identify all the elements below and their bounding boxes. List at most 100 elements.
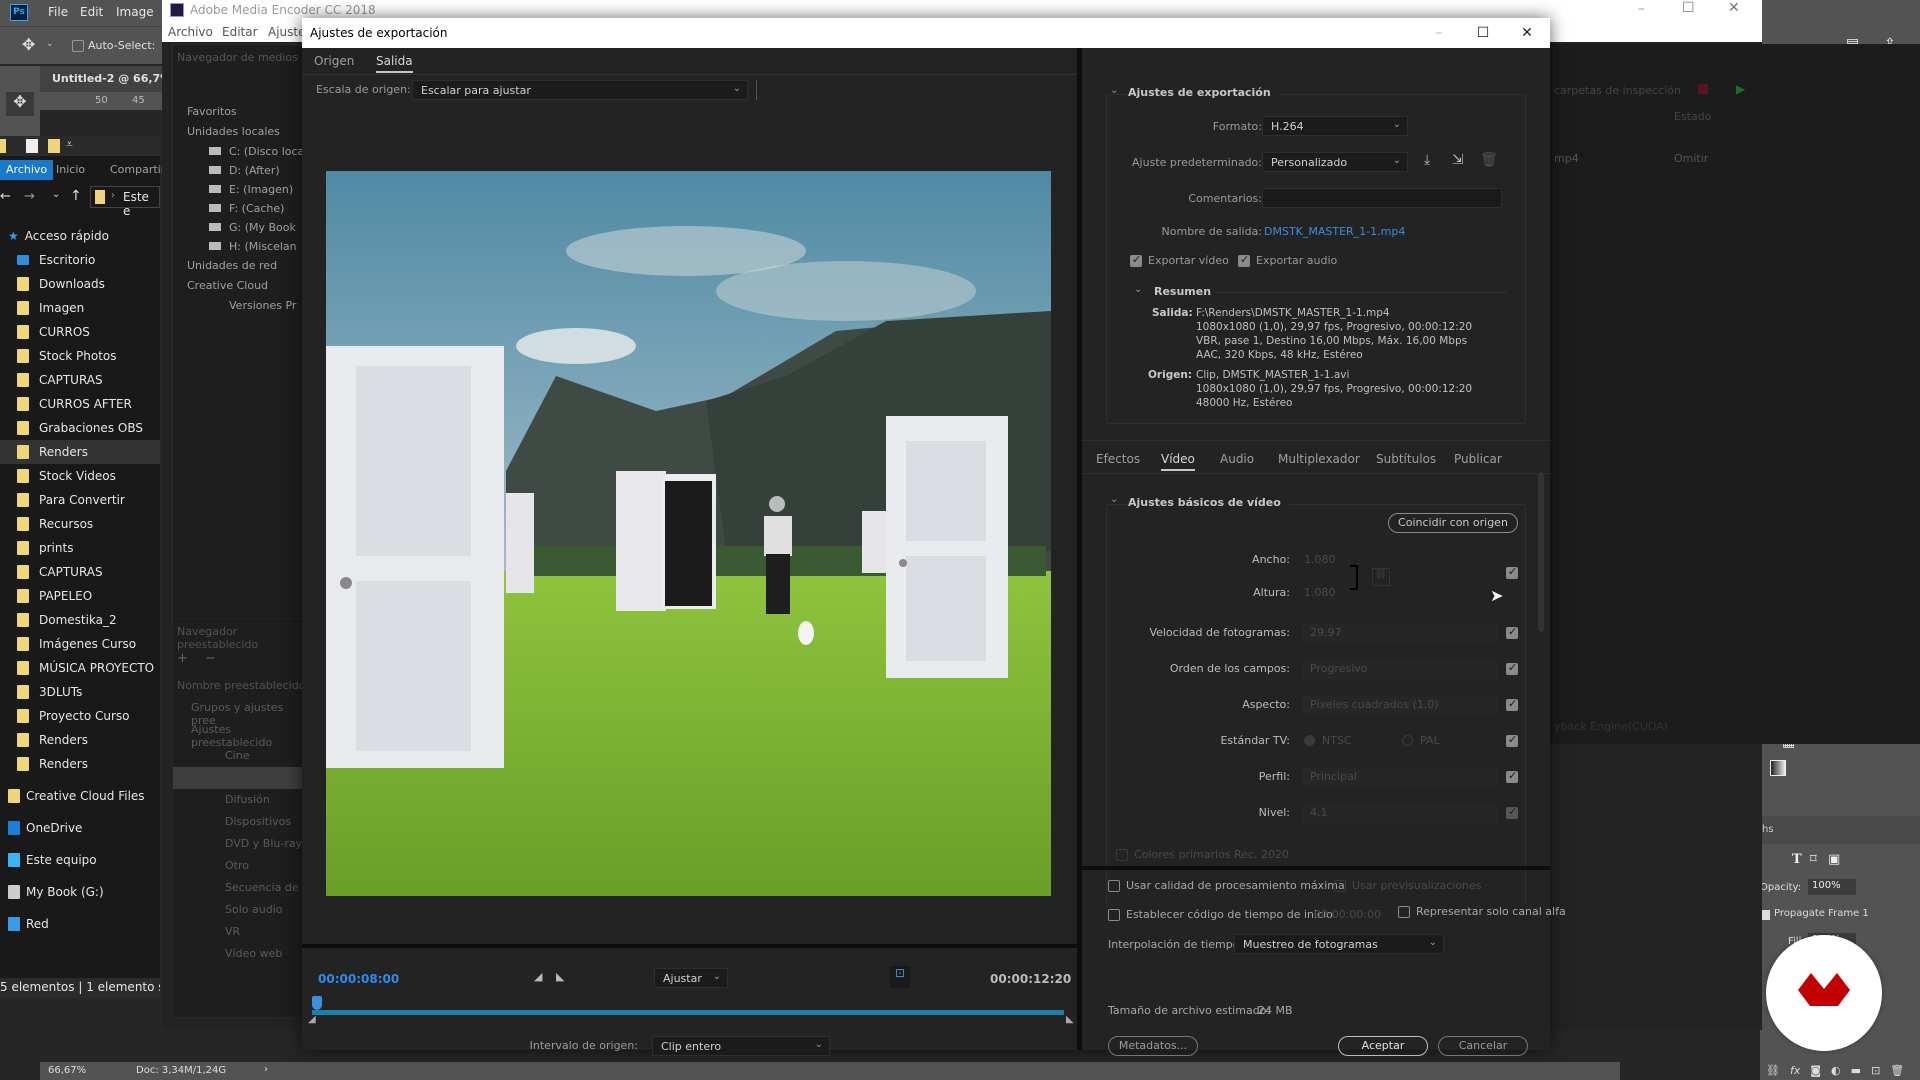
nav-item-folder[interactable]: Stock Videos: [0, 464, 160, 488]
tree-versiones[interactable]: Versiones Pr: [229, 299, 296, 312]
out-point-marker[interactable]: ◣: [1066, 1014, 1074, 1025]
start-timecode-checkbox[interactable]: [1108, 909, 1120, 921]
dialog-maximize-button[interactable]: ☐: [1460, 18, 1506, 48]
tree-drive[interactable]: C: (Disco loca: [229, 145, 304, 158]
format-dropdown[interactable]: H.264 ⌄: [1262, 116, 1408, 136]
nav-item-folder[interactable]: Proyecto Curso: [0, 704, 160, 728]
nav-item-folder[interactable]: Stock Photos: [0, 344, 160, 368]
summary-chevron-icon[interactable]: ⌄: [1134, 284, 1142, 295]
gradient-icon[interactable]: [1770, 760, 1786, 776]
import-preset-icon[interactable]: ⇲: [1452, 152, 1464, 168]
time-interpolation-dropdown[interactable]: Muestreo de fotogramas ⌄: [1234, 934, 1444, 954]
tree-unidades-red[interactable]: Unidades de red: [187, 259, 277, 272]
preset-item[interactable]: Solo audio: [173, 899, 313, 921]
link-icon[interactable]: ⛓: [1766, 1064, 1780, 1080]
output-name-link[interactable]: DMSTK_MASTER_1-1.mp4: [1264, 225, 1405, 238]
export-audio-checkbox[interactable]: [1238, 253, 1250, 267]
nav-item-folder[interactable]: CURROS AFTER: [0, 392, 160, 416]
remove-preset-icon[interactable]: −: [205, 651, 216, 666]
back-icon[interactable]: ←: [0, 189, 11, 204]
tree-drive[interactable]: G: (My Book: [229, 221, 296, 234]
size-override-checkbox[interactable]: [1506, 565, 1518, 579]
preset-item[interactable]: DVD y Blu-ray: [173, 833, 313, 855]
opacity-field[interactable]: 100%: [1808, 879, 1856, 895]
nav-item-folder[interactable]: Imagen: [0, 296, 160, 320]
rec2020-checkbox[interactable]: [1116, 849, 1128, 861]
ribbon-tab-inicio[interactable]: Inicio: [50, 160, 91, 180]
nav-item-folder[interactable]: Renders: [0, 440, 160, 464]
metadata-button[interactable]: Metadatos...: [1108, 1036, 1198, 1056]
tree-drive[interactable]: F: (Cache): [229, 202, 284, 215]
tree-drive[interactable]: H: (Miscelan: [229, 240, 297, 253]
tab-multiplexador[interactable]: Multiplexador: [1278, 452, 1360, 466]
source-range-dropdown[interactable]: Clip entero ⌄: [652, 1036, 830, 1056]
tree-unidades-locales[interactable]: Unidades locales: [187, 125, 280, 138]
ps-zoom-level[interactable]: 66,67%: [48, 1065, 86, 1076]
nav-quick-access[interactable]: ★ Acceso rápido: [0, 224, 160, 248]
nav-item-onedrive[interactable]: OneDrive: [0, 816, 160, 840]
timeline-bar[interactable]: [312, 1010, 1064, 1015]
unlink-icon[interactable]: ⛓: [1372, 568, 1390, 586]
nav-item-folder[interactable]: Downloads: [0, 272, 160, 296]
ribbon-tab-archivo[interactable]: Archivo: [0, 160, 54, 180]
settings-scrollbar[interactable]: [1538, 472, 1544, 632]
max-quality-checkbox[interactable]: [1108, 880, 1120, 892]
collapse-chevron-icon[interactable]: ⌄: [1110, 494, 1118, 505]
tab-video[interactable]: Vídeo: [1161, 452, 1195, 471]
chevron-right-icon[interactable]: ›: [264, 1064, 268, 1075]
collapse-chevron-icon[interactable]: ⌄: [1110, 85, 1118, 96]
nav-item-folder[interactable]: 3DLUTs: [0, 680, 160, 704]
shape-filter-icon[interactable]: ⌑: [1810, 852, 1817, 867]
width-value[interactable]: 1.080: [1304, 553, 1336, 566]
tree-drive[interactable]: E: (Imagen): [229, 183, 293, 196]
set-out-point-icon[interactable]: ◣: [556, 970, 564, 983]
auto-select-checkbox[interactable]: [72, 40, 84, 52]
match-source-button[interactable]: Coincidir con origen: [1388, 513, 1518, 533]
in-point-marker[interactable]: ◢: [308, 1014, 316, 1025]
ps-menu-edit[interactable]: Edit: [80, 5, 103, 19]
menu-editar[interactable]: Editar: [222, 25, 258, 39]
menu-archivo[interactable]: Archivo: [168, 25, 213, 39]
properties-icon[interactable]: [26, 139, 38, 153]
nav-item-network[interactable]: Red: [0, 912, 160, 936]
renderer-select[interactable]: yback Engine(CUDA): [1554, 720, 1668, 733]
delete-preset-icon[interactable]: 🗑: [1480, 152, 1498, 168]
override-checkbox[interactable]: [1506, 697, 1518, 711]
stop-queue-button[interactable]: [1698, 84, 1708, 94]
tree-favoritos[interactable]: Favoritos: [187, 105, 237, 118]
maximize-button[interactable]: ☐: [1682, 0, 1695, 16]
dialog-minimize-button[interactable]: –: [1416, 18, 1462, 48]
aspect-correction-icon[interactable]: ⊡: [890, 966, 910, 988]
preset-dropdown[interactable]: Personalizado ⌄: [1262, 152, 1408, 172]
preset-item[interactable]: Difusión: [173, 789, 313, 811]
override-checkbox[interactable]: [1506, 805, 1518, 819]
override-checkbox[interactable]: [1506, 661, 1518, 675]
move-tool-icon[interactable]: ✥: [22, 35, 35, 54]
pal-radio[interactable]: [1402, 735, 1413, 746]
nav-item-folder[interactable]: Imágenes Curso: [0, 632, 160, 656]
smart-filter-icon[interactable]: ▣: [1828, 852, 1840, 867]
trash-icon[interactable]: 🗑: [1890, 1064, 1904, 1080]
preset-name-column[interactable]: Nombre preestablecido: [177, 679, 305, 692]
nav-item-folder[interactable]: CAPTURAS: [0, 368, 160, 392]
playhead[interactable]: [312, 996, 322, 1010]
recent-icon[interactable]: ⌄: [52, 189, 60, 200]
start-queue-button[interactable]: ▶: [1736, 82, 1745, 96]
tab-subtitulos[interactable]: Subtítulos: [1376, 452, 1436, 466]
add-preset-icon[interactable]: +: [177, 651, 188, 666]
fit-dropdown[interactable]: Ajustar ⌄: [654, 968, 728, 988]
tab-origen[interactable]: Origen: [314, 54, 354, 68]
nav-item-folder[interactable]: CURROS: [0, 320, 160, 344]
preset-item[interactable]: Cine: [173, 745, 313, 767]
tab-audio[interactable]: Audio: [1220, 452, 1254, 466]
override-checkbox[interactable]: [1506, 769, 1518, 783]
nav-item-folder[interactable]: Domestika_2: [0, 608, 160, 632]
address-field[interactable]: › Este e: [90, 186, 160, 218]
nav-item-folder[interactable]: MÚSICA PROYECTO: [0, 656, 160, 680]
override-checkbox[interactable]: [1506, 733, 1518, 747]
ps-menu-image[interactable]: Image: [116, 5, 154, 19]
nav-item-folder[interactable]: Renders: [0, 728, 160, 752]
export-video-checkbox[interactable]: [1130, 253, 1142, 267]
height-value[interactable]: 1.080: [1304, 586, 1336, 599]
level-dropdown[interactable]: 4.1: [1302, 803, 1498, 823]
